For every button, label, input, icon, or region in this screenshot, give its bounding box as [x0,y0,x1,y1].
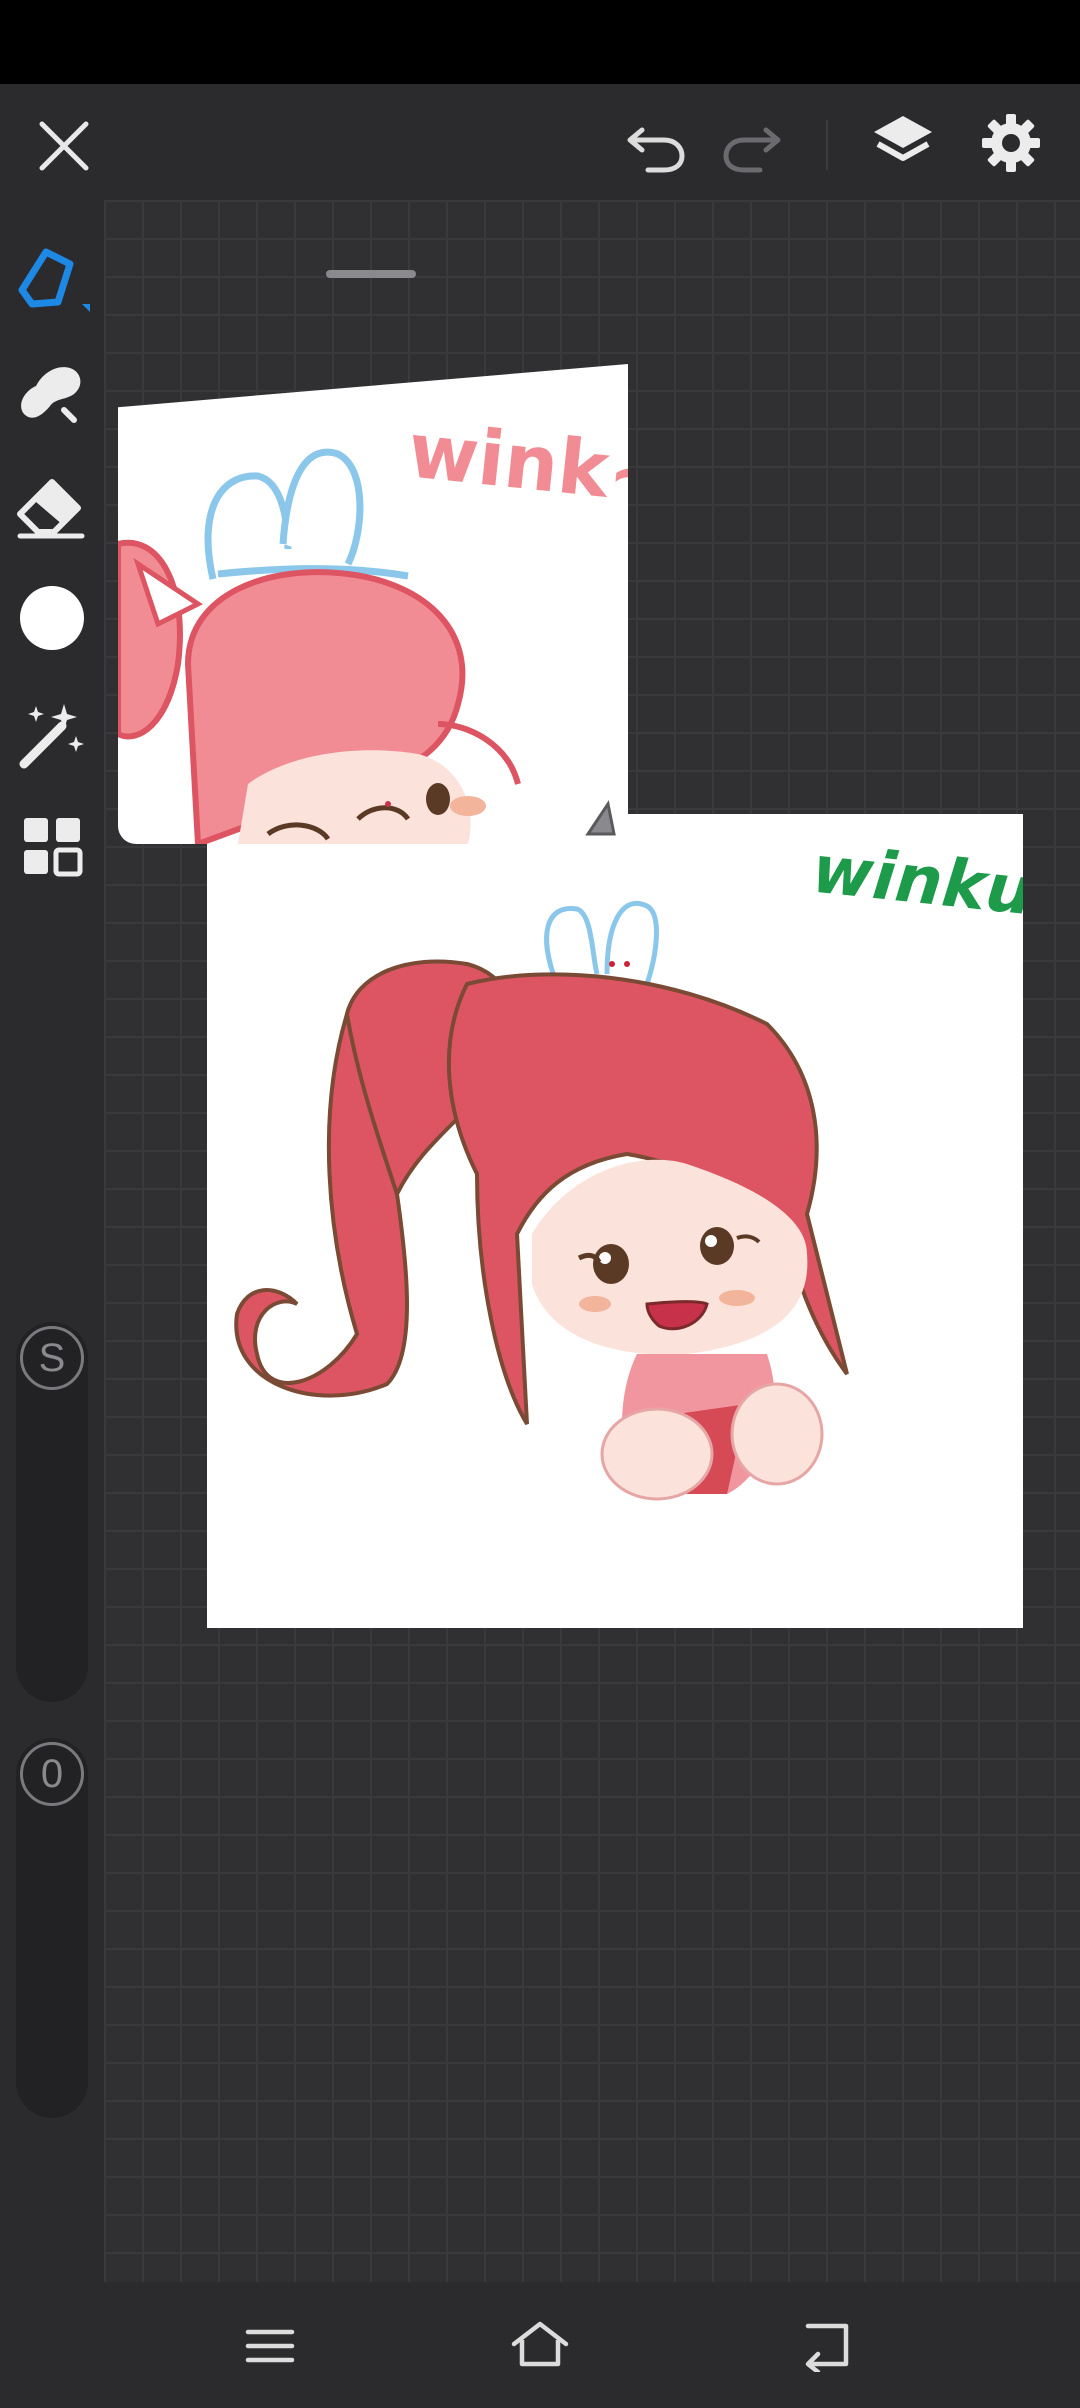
top-toolbar [0,84,1080,200]
smudge-icon[interactable] [12,352,92,432]
brush-size-label: S [38,1335,66,1380]
brush-opacity-slider[interactable]: 0 [16,1738,88,2118]
close-icon[interactable] [34,116,94,176]
status-bar [0,0,1080,84]
redo-icon[interactable] [720,112,784,176]
grid-icon[interactable] [12,806,92,886]
home-icon[interactable] [510,2318,570,2374]
toolbar-divider [826,120,828,170]
drawing-canvas-area[interactable]: winku wink~ [104,200,1080,2282]
reference-image-panel[interactable]: wink~ [118,364,628,844]
menu-icon[interactable] [244,2320,296,2372]
brush-size-slider[interactable]: S [16,1322,88,1702]
color-circle-icon[interactable] [12,578,92,658]
gear-icon[interactable] [978,110,1044,176]
tool-sidebar: S 0 [0,200,104,2282]
reference-drag-handle[interactable] [326,270,416,278]
system-nav-bar [0,2282,1080,2408]
undo-icon[interactable] [624,112,688,176]
brush-opacity-label: 0 [40,1751,64,1796]
eraser-icon[interactable] [12,464,92,544]
layers-icon[interactable] [870,110,936,176]
back-icon[interactable] [798,2320,854,2372]
pen-icon[interactable] [12,242,92,322]
brush-opacity-knob[interactable]: 0 [20,1742,84,1806]
drawing-canvas[interactable]: winku [207,814,1023,1628]
character-drawing [234,900,849,1501]
magic-wand-icon[interactable] [12,694,92,774]
brush-size-knob[interactable]: S [20,1326,84,1390]
